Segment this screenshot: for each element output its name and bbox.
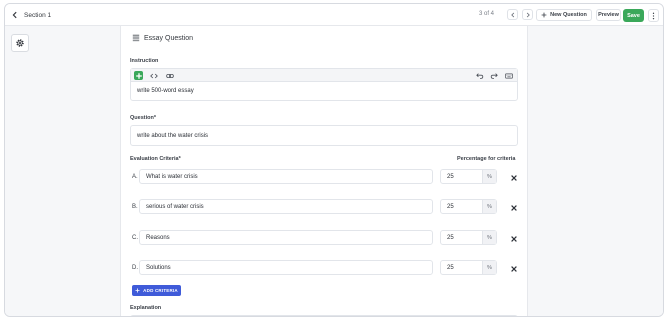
remove-criteria-icon[interactable] (510, 204, 518, 212)
instruction-label: Instruction (130, 58, 159, 64)
top-bar: Section 1 3 of 4 New Question Preview Sa… (5, 4, 663, 26)
criteria-input[interactable]: What is water crisis (139, 169, 433, 184)
criteria-percent-field[interactable]: 25 % (440, 169, 497, 184)
back-label: Section 1 (24, 11, 52, 19)
preview-button[interactable]: Preview (596, 9, 621, 21)
link-icon (165, 73, 174, 78)
remove-criteria-icon[interactable] (510, 235, 518, 243)
more-options-button[interactable] (648, 9, 659, 22)
gear-icon (16, 39, 24, 47)
undo-button[interactable] (475, 71, 484, 80)
criteria-text: Solutions (146, 264, 171, 271)
remove-criteria-icon[interactable] (510, 265, 518, 273)
plus-icon (135, 72, 142, 79)
keyboard-icon (504, 72, 513, 79)
plus-icon (541, 12, 547, 18)
undo-icon (475, 72, 483, 79)
question-input[interactable]: write about the water crisis (130, 125, 518, 146)
evaluation-criteria-label: Evaluation Criteria* (130, 156, 181, 162)
code-button[interactable] (149, 71, 158, 80)
essay-lines-icon (132, 34, 140, 42)
app-frame: Section 1 3 of 4 New Question Preview Sa… (4, 3, 664, 317)
back-to-section-link[interactable]: Section 1 (11, 8, 51, 22)
insert-button[interactable] (134, 71, 143, 80)
question-type-label: Essay Question (144, 34, 194, 42)
criteria-percent-value: 25 (447, 204, 454, 210)
question-editor: Essay Question Instruction write 500-wor… (122, 26, 527, 316)
plus-icon (135, 288, 140, 293)
next-question-button[interactable] (522, 9, 533, 20)
criteria-text: serious of water crisis (146, 203, 204, 210)
criteria-percent-value: 25 (447, 235, 454, 241)
percent-sign: % (482, 231, 496, 244)
chevron-left-icon (12, 11, 17, 19)
criteria-letter: B. (132, 204, 138, 210)
criteria-percent-field[interactable]: 25 % (440, 199, 497, 214)
redo-button[interactable] (489, 71, 498, 80)
new-question-button[interactable]: New Question (536, 9, 592, 21)
criteria-input[interactable]: Solutions (139, 260, 433, 275)
percent-sign: % (482, 170, 496, 183)
instruction-editor: write 500-word essay (130, 68, 518, 101)
save-label: Save (627, 12, 640, 19)
criteria-percent-value: 25 (447, 174, 454, 180)
question-text: write about the water crisis (137, 132, 209, 139)
question-pager: 3 of 4 (479, 11, 495, 17)
code-icon (149, 73, 158, 78)
kebab-menu-icon (652, 12, 655, 19)
explanation-editor[interactable] (130, 315, 518, 316)
preview-label: Preview (598, 12, 619, 18)
right-panel (527, 26, 663, 316)
question-label: Question* (130, 115, 156, 121)
criteria-letter: D. (132, 265, 138, 271)
instruction-text[interactable]: write 500-word essay (137, 88, 194, 94)
save-button[interactable]: Save (623, 9, 644, 22)
left-panel (5, 26, 121, 316)
keyboard-button[interactable] (504, 71, 513, 80)
criteria-text: Reasons (146, 234, 170, 241)
new-question-label: New Question (550, 12, 587, 18)
redo-icon (490, 72, 498, 79)
criteria-input[interactable]: Reasons (139, 230, 433, 245)
percent-sign: % (482, 261, 496, 274)
chevron-left-icon (510, 12, 514, 17)
percentage-label: Percentage for criteria (457, 156, 516, 162)
chevron-right-icon (526, 12, 530, 17)
criteria-percent-field[interactable]: 25 % (440, 260, 497, 275)
question-type-header: Essay Question (132, 34, 193, 42)
criteria-letter: C. (132, 235, 138, 241)
criteria-letter: A. (132, 174, 138, 180)
remove-criteria-icon[interactable] (510, 174, 518, 182)
add-criteria-button[interactable]: ADD CRITERIA (132, 285, 181, 296)
link-button[interactable] (165, 71, 174, 80)
settings-button[interactable] (11, 34, 29, 52)
percent-sign: % (482, 200, 496, 213)
criteria-percent-value: 25 (447, 265, 454, 271)
add-criteria-label: ADD CRITERIA (143, 288, 178, 293)
criteria-text: What is water crisis (146, 173, 198, 180)
previous-question-button[interactable] (507, 9, 518, 20)
criteria-input[interactable]: serious of water crisis (139, 199, 433, 214)
editor-toolbar (131, 69, 517, 82)
criteria-percent-field[interactable]: 25 % (440, 230, 497, 245)
explanation-label: Explanation (130, 305, 162, 311)
